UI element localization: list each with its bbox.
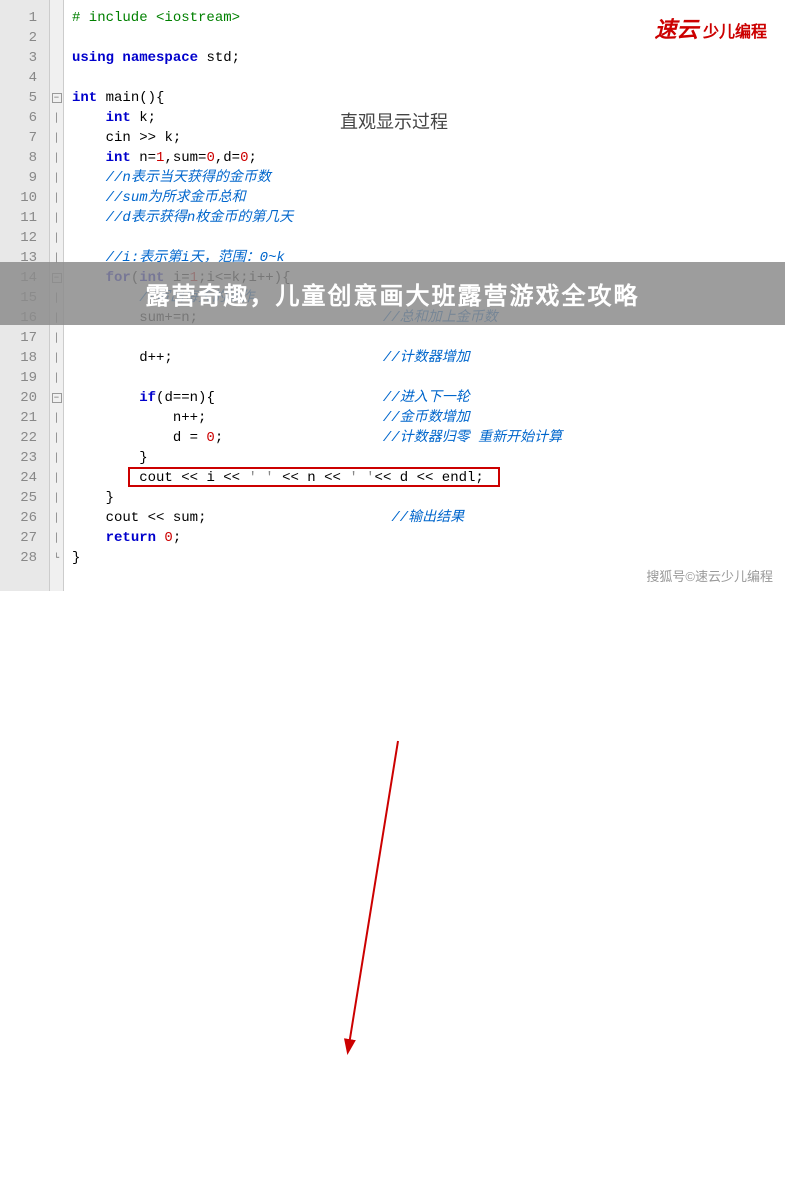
fold-guide	[50, 8, 63, 28]
fold-guide: │	[50, 108, 63, 128]
code-line[interactable]	[72, 68, 785, 88]
line-number: 7	[0, 128, 41, 148]
code-line[interactable]: using namespace std;	[72, 48, 785, 68]
fold-guide: │	[50, 528, 63, 548]
line-number: 2	[0, 28, 41, 48]
logo-sub: 少儿编程	[703, 24, 767, 41]
line-number: 6	[0, 108, 41, 128]
line-number: 19	[0, 368, 41, 388]
line-number: 23	[0, 448, 41, 468]
line-number: 17	[0, 328, 41, 348]
line-number: 12	[0, 228, 41, 248]
fold-guide: │	[50, 188, 63, 208]
code-line[interactable]: //n表示当天获得的金币数	[72, 168, 785, 188]
fold-guide: │	[50, 368, 63, 388]
code-line[interactable]: int main(){	[72, 88, 785, 108]
fold-guide: │	[50, 508, 63, 528]
code-line[interactable]: }	[72, 548, 785, 568]
fold-guide: │	[50, 468, 63, 488]
overlay-banner: 露营奇趣，儿童创意画大班露营游戏全攻略	[0, 262, 785, 325]
fold-guide: │	[50, 408, 63, 428]
fold-guide: │	[50, 328, 63, 348]
logo-brand: 速云	[655, 17, 699, 42]
fold-toggle-icon[interactable]: −	[52, 393, 62, 403]
code-line[interactable]: }	[72, 448, 785, 468]
line-number: 25	[0, 488, 41, 508]
line-number: 27	[0, 528, 41, 548]
footer-credit: 搜狐号©速云少儿编程	[646, 566, 773, 585]
line-number: 10	[0, 188, 41, 208]
code-line[interactable]	[72, 228, 785, 248]
code-line[interactable]: d++; //计数器增加	[72, 348, 785, 368]
line-number: 8	[0, 148, 41, 168]
fold-guide: │	[50, 128, 63, 148]
fold-toggle-icon[interactable]: −	[52, 93, 62, 103]
line-number: 21	[0, 408, 41, 428]
fold-guide: │	[50, 488, 63, 508]
fold-guide: │	[50, 168, 63, 188]
fold-guide	[50, 68, 63, 88]
fold-guide: │	[50, 228, 63, 248]
line-number: 20	[0, 388, 41, 408]
code-line[interactable]: cout << sum; //输出结果	[72, 508, 785, 528]
fold-guide	[50, 48, 63, 68]
code-line[interactable]: //d表示获得n枚金币的第几天	[72, 208, 785, 228]
code-line[interactable]	[72, 368, 785, 388]
line-number: 11	[0, 208, 41, 228]
code-line[interactable]: return 0;	[72, 528, 785, 548]
line-number: 3	[0, 48, 41, 68]
line-number: 24	[0, 468, 41, 488]
line-number: 1	[0, 8, 41, 28]
fold-guide: │	[50, 148, 63, 168]
line-number: 4	[0, 68, 41, 88]
line-number: 28	[0, 548, 41, 568]
code-line[interactable]: //sum为所求金币总和	[72, 188, 785, 208]
fold-guide: │	[50, 348, 63, 368]
annotation-arrow	[0, 591, 785, 1182]
code-line[interactable]: if(d==n){ //进入下一轮	[72, 388, 785, 408]
annotation-label: 直观显示过程	[340, 108, 448, 134]
code-line[interactable]: n++; //金币数增加	[72, 408, 785, 428]
fold-guide: │	[50, 428, 63, 448]
code-line[interactable]: int n=1,sum=0,d=0;	[72, 148, 785, 168]
line-number: 18	[0, 348, 41, 368]
fold-guide: │	[50, 208, 63, 228]
line-number: 22	[0, 428, 41, 448]
fold-guide: │	[50, 448, 63, 468]
line-number: 26	[0, 508, 41, 528]
fold-guide	[50, 28, 63, 48]
code-line[interactable]	[72, 328, 785, 348]
brand-logo: 速云 少儿编程	[655, 12, 767, 44]
code-line[interactable]: }	[72, 488, 785, 508]
code-line[interactable]: cout << i << ' ' << n << ' '<< d << endl…	[72, 468, 785, 488]
line-number: 5	[0, 88, 41, 108]
fold-guide: └	[50, 548, 63, 568]
code-line[interactable]: d = 0; //计数器归零 重新开始计算	[72, 428, 785, 448]
line-number: 9	[0, 168, 41, 188]
